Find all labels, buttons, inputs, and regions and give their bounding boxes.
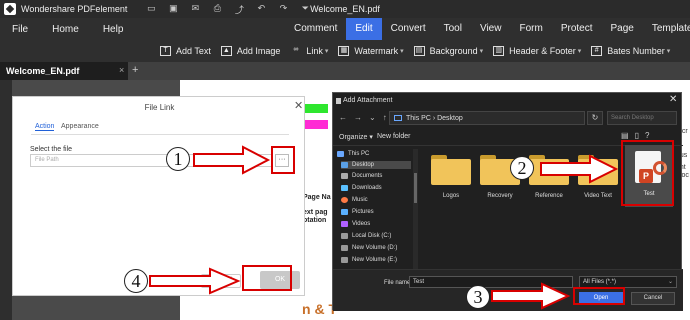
- arrow-right: [540, 154, 619, 184]
- arrow-right: [491, 282, 571, 310]
- step-number-4: 4: [124, 269, 148, 293]
- step-number-2: 2: [510, 156, 534, 180]
- arrow-right: [149, 267, 241, 295]
- annotation-arrows: [149, 145, 619, 310]
- step-number-3: 3: [466, 285, 490, 309]
- arrow-right: [193, 145, 271, 175]
- step-number-1: 1: [166, 147, 190, 171]
